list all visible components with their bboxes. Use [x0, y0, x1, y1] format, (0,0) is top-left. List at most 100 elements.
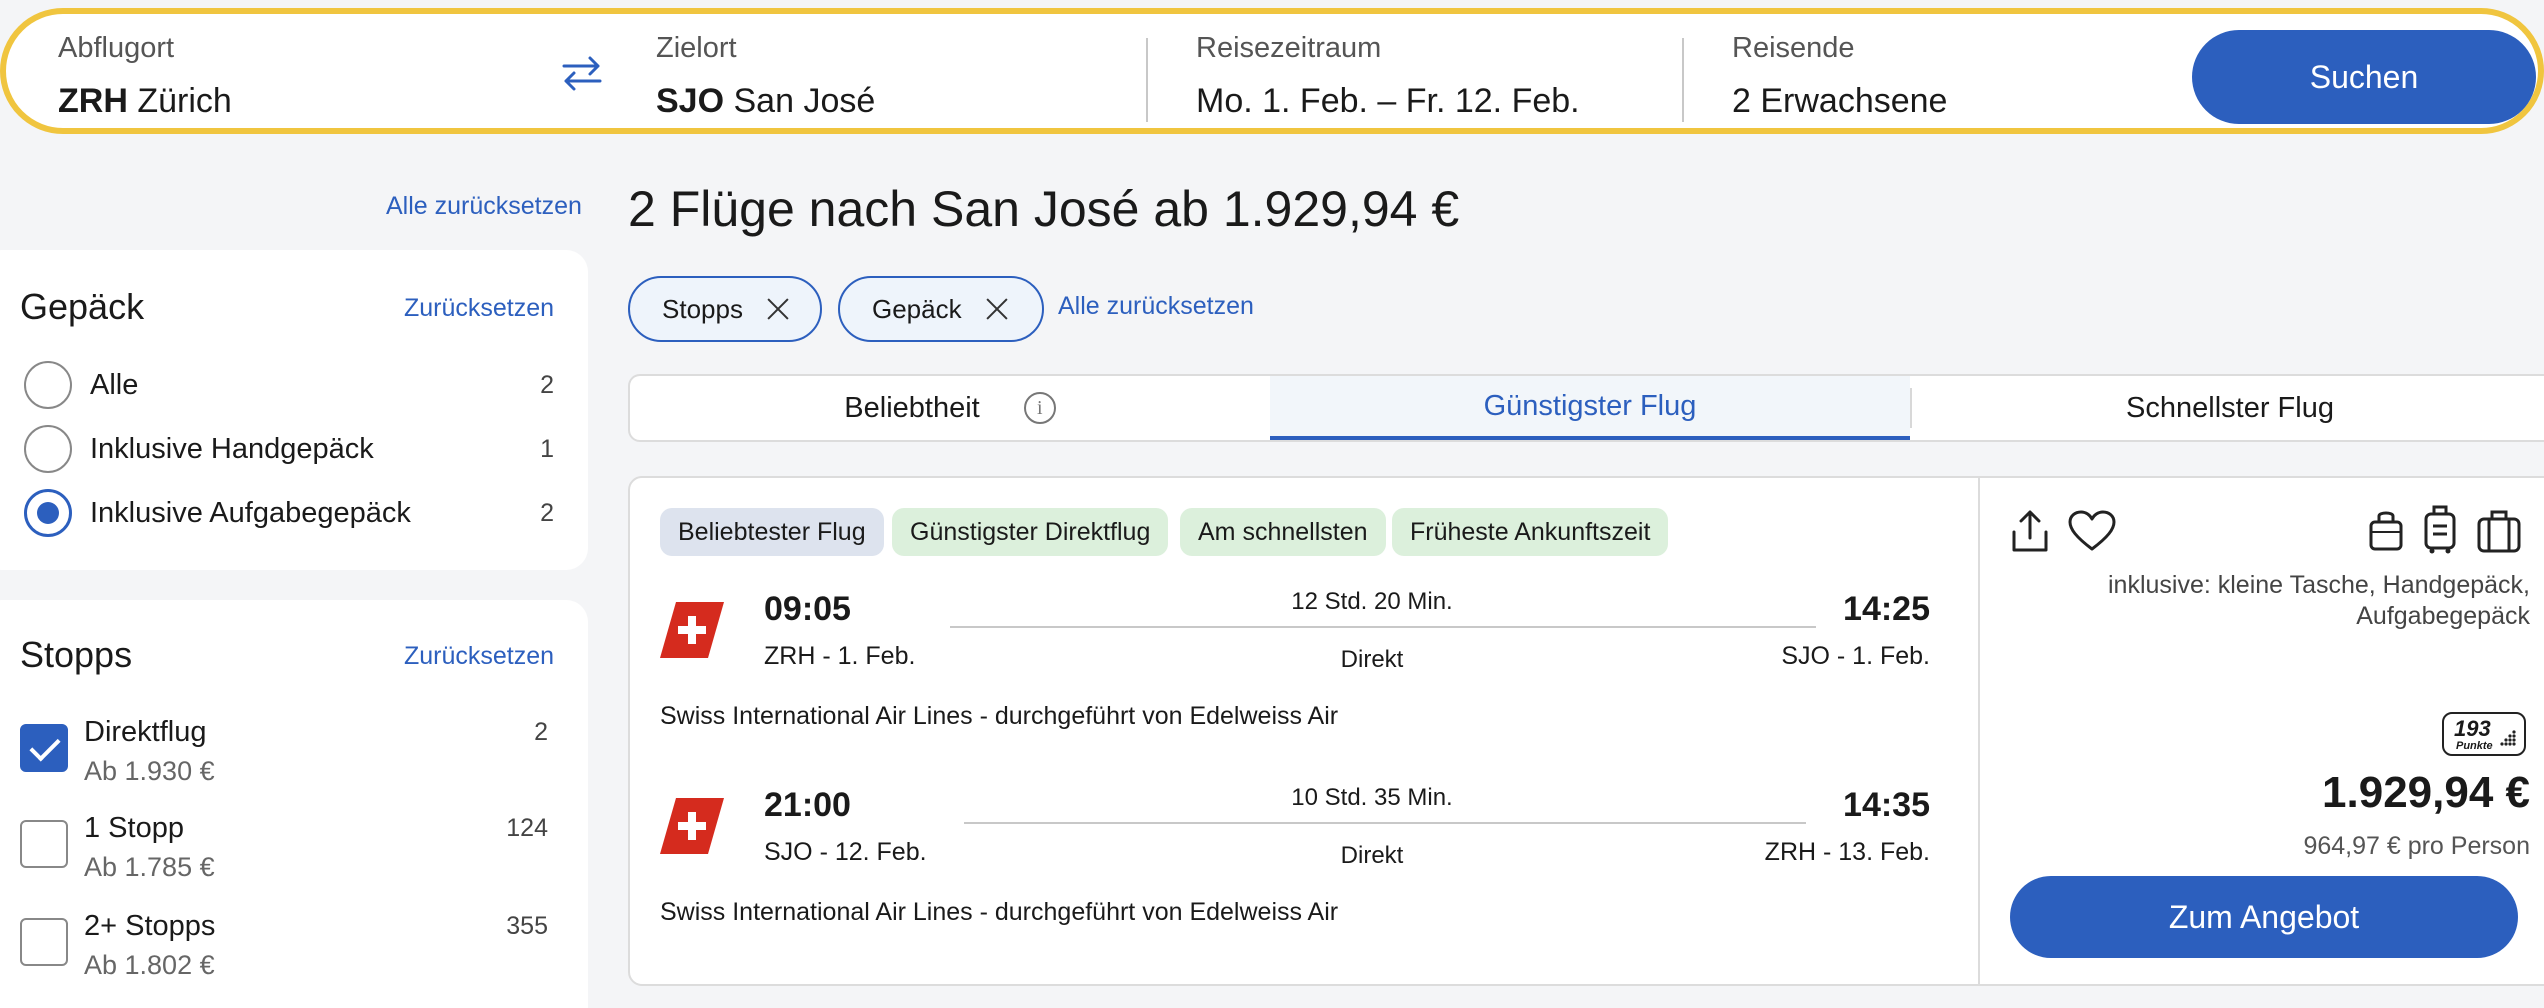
baggage-option-hand-luggage[interactable]: Inklusive Handgepäck 1 — [24, 424, 554, 474]
points-label: Punkte — [2456, 740, 2493, 752]
origin-label: Abflugort — [58, 32, 175, 64]
tab-label: Günstigster Flug — [1483, 389, 1697, 422]
stops-reset-link[interactable]: Zurücksetzen — [404, 642, 554, 671]
travellers-label: Reisende — [1732, 32, 1855, 64]
origin-city: Zürich — [137, 82, 232, 120]
flight-result-card[interactable]: Beliebtester Flug Günstigster Direktflug… — [628, 476, 2544, 986]
radio-button[interactable] — [24, 361, 72, 409]
option-count: 2 — [540, 498, 554, 527]
departure-time: 09:05 — [764, 590, 851, 628]
checkbox-direct-flight[interactable] — [20, 724, 68, 772]
flight-duration: 12 Std. 20 Min. — [1291, 588, 1453, 615]
checked-luggage-icon — [2477, 510, 2521, 553]
baggage-option-checked-luggage[interactable]: Inklusive Aufgabegepäck 2 — [24, 488, 554, 538]
field-divider — [1146, 38, 1148, 122]
swap-arrows-icon[interactable] — [558, 54, 606, 92]
operating-airline: Swiss International Air Lines - durchgef… — [660, 898, 1339, 926]
price-per-person: 964,97 € pro Person — [2303, 832, 2530, 860]
departure-time: 21:00 — [764, 786, 851, 824]
chip-label: Stopps — [662, 293, 743, 324]
baggage-option-all[interactable]: Alle 2 — [24, 360, 554, 410]
destination-city: San José — [733, 82, 876, 120]
active-filter-chip-baggage[interactable]: Gepäck — [838, 276, 1044, 342]
baggage-reset-link[interactable]: Zurücksetzen — [404, 294, 554, 323]
departure-place-date: ZRH - 1. Feb. — [764, 642, 916, 670]
route-line — [964, 822, 1806, 824]
close-icon[interactable] — [984, 296, 1010, 322]
total-price: 1.929,94 € — [2322, 768, 2530, 817]
option-label: Inklusive Aufgabegepäck — [90, 496, 411, 529]
tab-cheapest[interactable]: Günstigster Flug — [1270, 376, 1910, 440]
checkbox-two-plus-stops[interactable] — [20, 918, 68, 966]
dots-icon — [2500, 730, 2516, 746]
swiss-airline-logo-icon — [660, 798, 724, 854]
option-label: Inklusive Handgepäck — [90, 432, 374, 465]
close-icon[interactable] — [765, 296, 791, 322]
operating-airline: Swiss International Air Lines - durchgef… — [660, 702, 1339, 730]
flight-duration: 10 Std. 35 Min. — [1291, 784, 1453, 811]
stop-option-label[interactable]: 1 Stopp — [84, 812, 184, 845]
tab-label: Schnellster Flug — [2126, 391, 2334, 424]
option-count: 2 — [540, 370, 554, 399]
date-range-label: Reisezeitraum — [1196, 32, 1382, 64]
stops-filter-card: Stopps Zurücksetzen Direktflug Ab 1.930 … — [0, 600, 588, 1008]
destination-label: Zielort — [656, 32, 737, 64]
radio-button[interactable] — [24, 425, 72, 473]
stop-option-price: Ab 1.802 € — [84, 950, 215, 980]
destination-code: SJO — [656, 82, 725, 120]
field-divider — [1682, 38, 1684, 122]
stop-option-label[interactable]: 2+ Stopps — [84, 910, 215, 943]
tab-label: Beliebtheit — [844, 391, 980, 424]
view-offer-button[interactable]: Zum Angebot — [2010, 876, 2518, 958]
sort-tabs: Beliebtheit i Günstigster Flug Schnellst… — [628, 374, 2544, 442]
arrival-time: 14:25 — [1843, 590, 1930, 628]
stop-option-price: Ab 1.930 € — [84, 756, 215, 786]
arrival-place-date: ZRH - 13. Feb. — [1764, 838, 1930, 866]
date-range-value: Mo. 1. Feb. – Fr. 12. Feb. — [1196, 82, 1580, 120]
swiss-airline-logo-icon — [660, 602, 724, 658]
option-count: 1 — [540, 434, 554, 463]
origin-code: ZRH — [58, 82, 128, 120]
route-line — [950, 626, 1816, 628]
share-icon[interactable] — [2010, 508, 2050, 554]
chip-label: Gepäck — [872, 293, 962, 324]
badge-most-popular: Beliebtester Flug — [660, 508, 884, 556]
tab-popularity[interactable]: Beliebtheit i — [630, 376, 1270, 440]
points-number: 193 — [2454, 716, 2491, 741]
badge-fastest: Am schnellsten — [1180, 508, 1386, 556]
stop-option-label[interactable]: Direktflug — [84, 716, 207, 749]
sidebar-reset-all-link[interactable]: Alle zurücksetzen — [386, 192, 582, 221]
loyalty-points-badge: 193 Punkte — [2442, 712, 2526, 756]
stop-option-count: 124 — [506, 814, 548, 842]
tab-fastest[interactable]: Schnellster Flug — [1910, 376, 2544, 440]
included-baggage-info: inklusive: kleine Tasche, Handgepäck, Au… — [2107, 571, 2530, 630]
active-filter-chip-stops[interactable]: Stopps — [628, 276, 822, 342]
option-label: Alle — [90, 368, 139, 401]
main-reset-all-link[interactable]: Alle zurücksetzen — [1058, 292, 1254, 321]
destination-value: SJO San José — [656, 82, 875, 121]
checkbox-one-stop[interactable] — [20, 820, 68, 868]
small-bag-icon — [2369, 511, 2403, 551]
departure-place-date: SJO - 12. Feb. — [764, 838, 927, 866]
badge-cheapest-direct: Günstigster Direktflug — [892, 508, 1169, 556]
stops-info: Direkt — [1340, 646, 1404, 673]
stop-option-count: 2 — [534, 718, 548, 746]
arrival-time: 14:35 — [1843, 786, 1930, 824]
hand-luggage-icon — [2424, 505, 2456, 554]
heart-icon[interactable] — [2068, 510, 2116, 552]
search-button[interactable]: Suchen — [2192, 30, 2536, 124]
stops-info: Direkt — [1340, 842, 1404, 869]
results-heading: 2 Flüge nach San José ab 1.929,94 € — [628, 181, 1460, 237]
stops-filter-title: Stopps — [20, 634, 133, 675]
card-divider — [1978, 478, 1980, 984]
info-icon[interactable]: i — [1023, 392, 1056, 424]
stop-option-price: Ab 1.785 € — [84, 852, 215, 882]
badge-earliest-arrival: Früheste Ankunftszeit — [1392, 508, 1669, 556]
origin-value: ZRH Zürich — [58, 82, 232, 121]
baggage-filter-card: Gepäck Zurücksetzen Alle 2 Inklusive Han… — [0, 250, 588, 570]
stop-option-count: 355 — [506, 912, 548, 940]
search-bar: Abflugort ZRH Zürich Zielort SJO San Jos… — [0, 8, 2544, 134]
travellers-value: 2 Erwachsene — [1732, 82, 1948, 120]
arrival-place-date: SJO - 1. Feb. — [1781, 642, 1930, 670]
radio-button-selected[interactable] — [24, 489, 72, 537]
